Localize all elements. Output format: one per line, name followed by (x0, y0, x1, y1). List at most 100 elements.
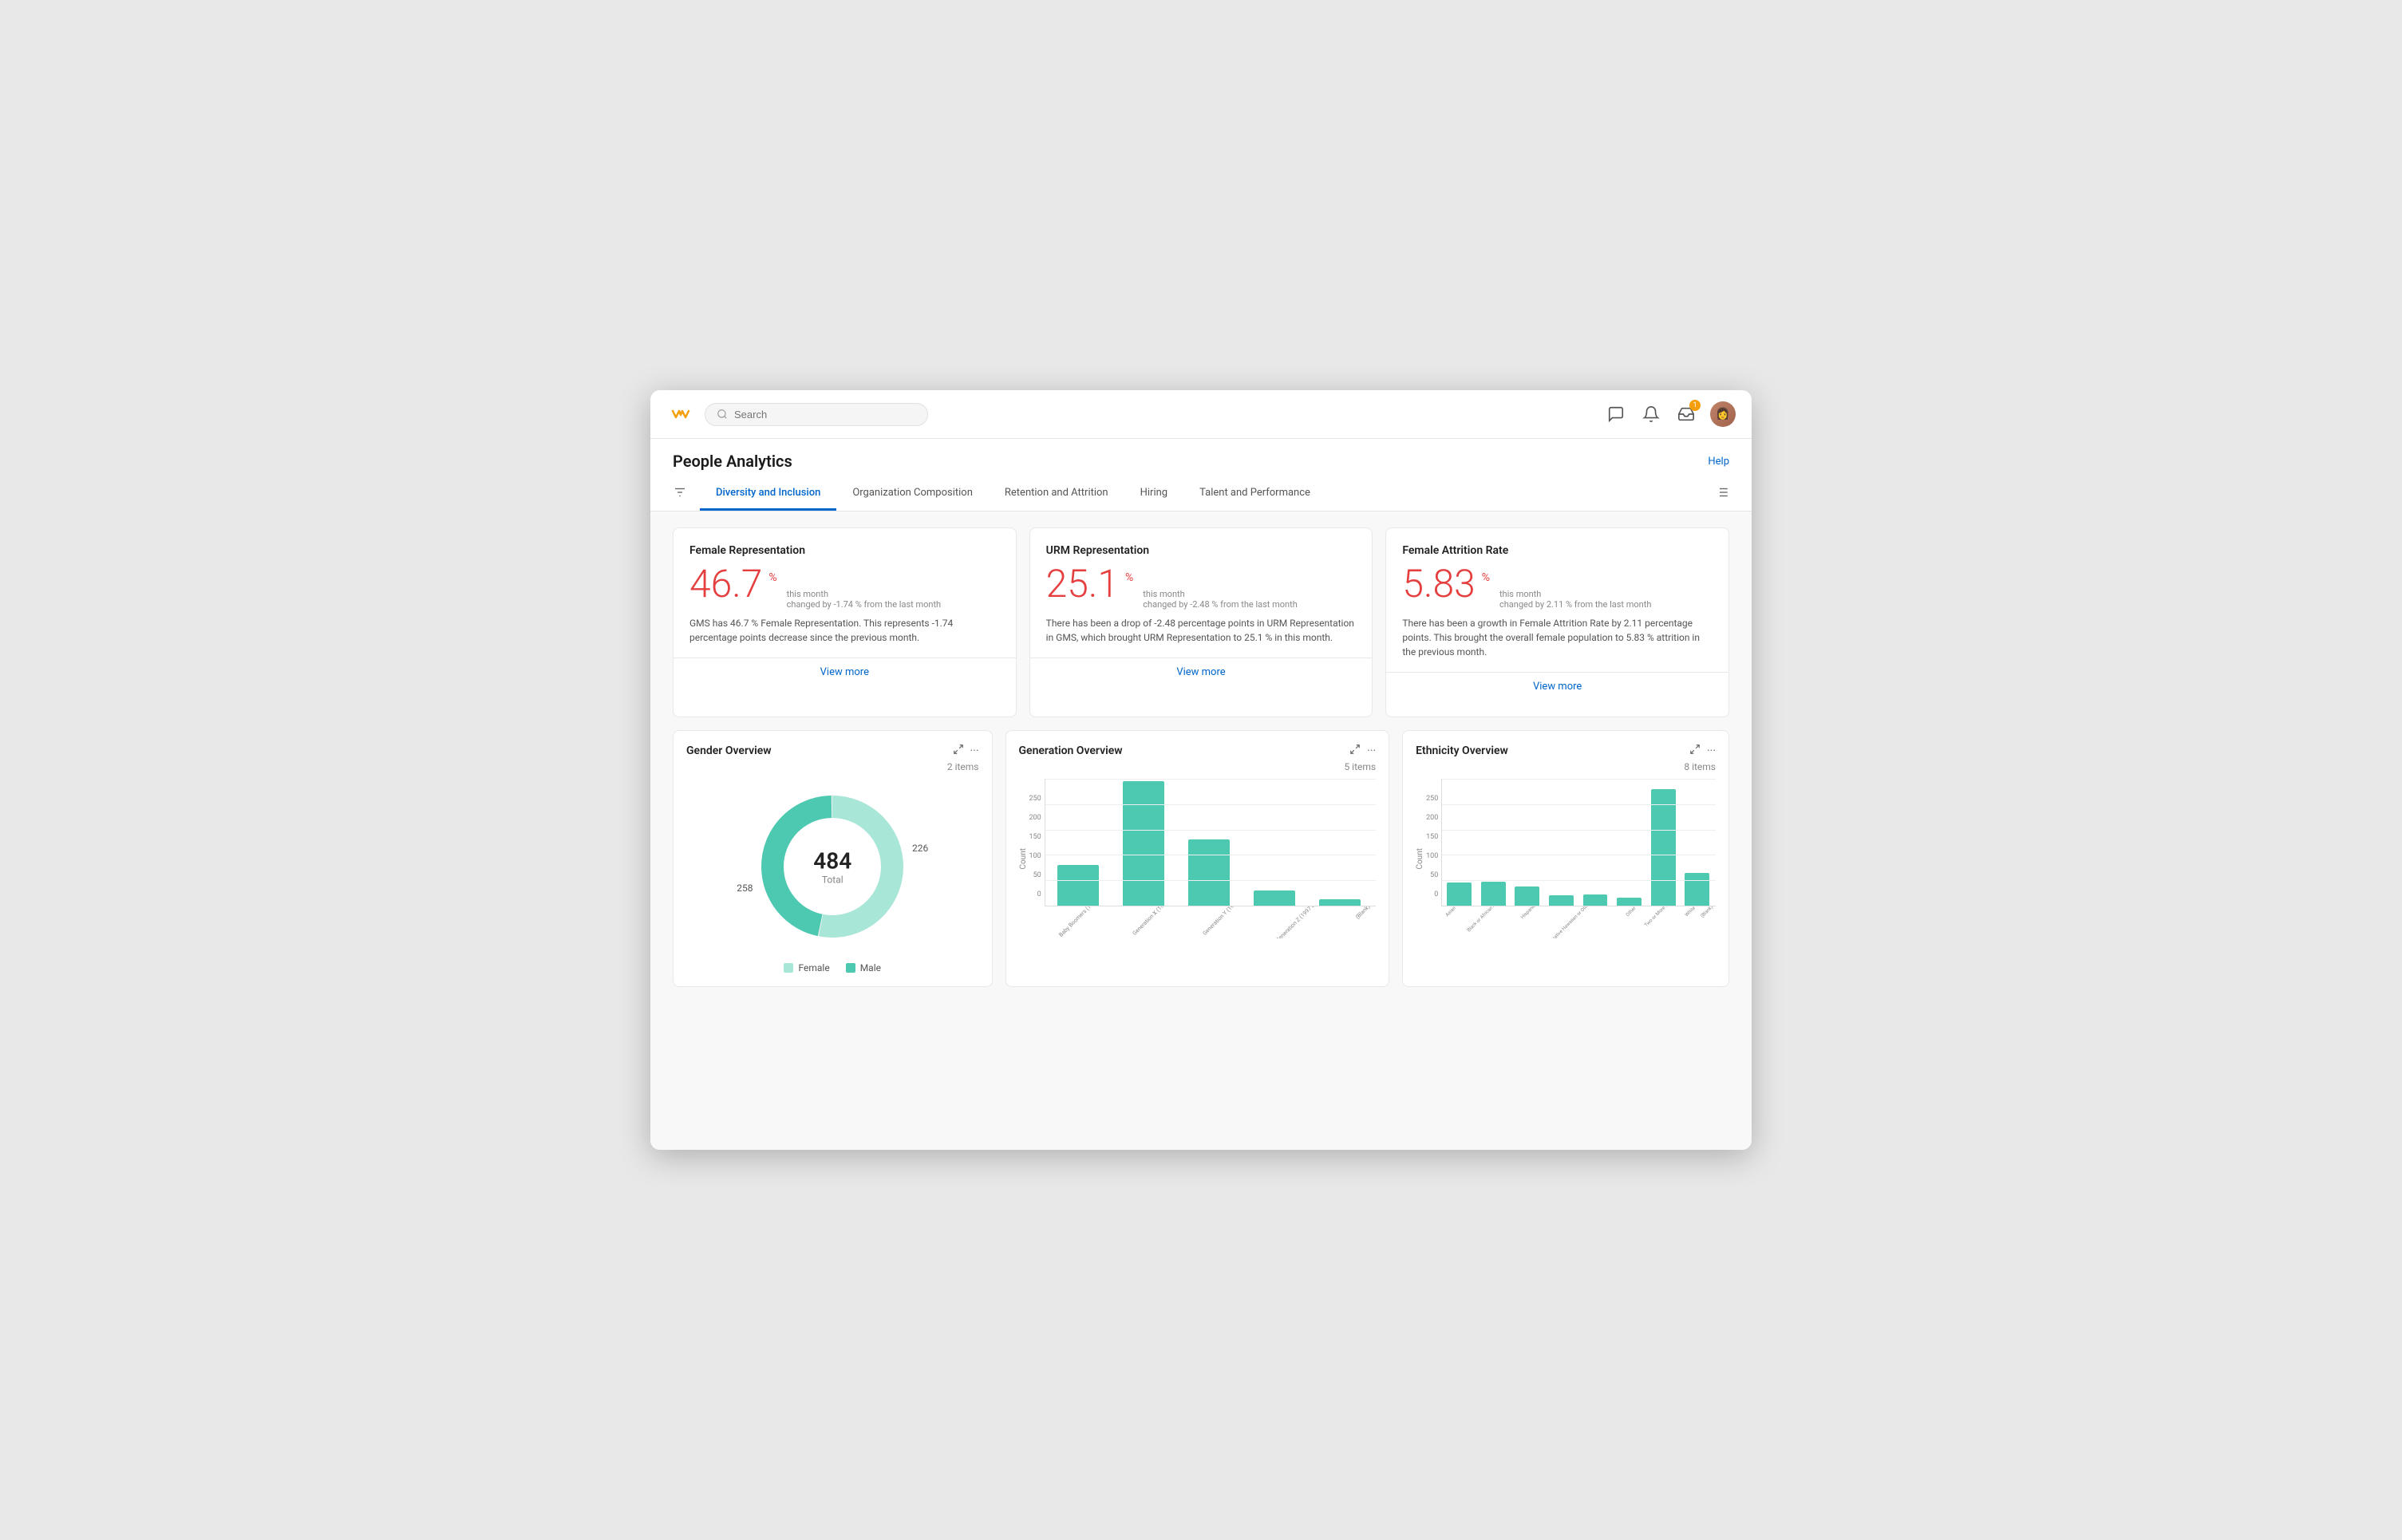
bar-two-more (1614, 779, 1645, 906)
bar-two-more-rect (1617, 898, 1641, 906)
bar-hispanic (1511, 779, 1543, 906)
urm-rep-view-more[interactable]: View more (1046, 658, 1357, 686)
inbox-icon[interactable]: 1 (1675, 403, 1697, 425)
bar-native-hawaiian-rect (1549, 895, 1574, 906)
gen-y0: 0 (1029, 890, 1041, 898)
bar-gen-y-rect (1188, 839, 1230, 906)
gen-y250: 250 (1029, 795, 1041, 803)
female-rep-percent: % (768, 571, 776, 584)
generation-chart-card: Generation Overview ··· 5 items (1005, 730, 1390, 987)
ethnicity-expand-icon[interactable] (1689, 744, 1701, 758)
list-view-icon[interactable] (1715, 485, 1729, 503)
metric-cards-row: Female Representation 46.7 % this month … (673, 527, 1729, 717)
page-header: People Analytics Help (650, 439, 1752, 477)
bar-baby-boomers (1049, 779, 1108, 906)
gen-y50: 50 (1029, 871, 1041, 879)
ethnicity-chart-card: Ethnicity Overview ··· 8 items (1402, 730, 1729, 987)
urm-rep-change: changed by -2.48 % from the last month (1143, 599, 1298, 610)
female-rep-change: changed by -1.74 % from the last month (787, 599, 942, 610)
legend-female: Female (784, 962, 829, 973)
generation-more-icon[interactable]: ··· (1367, 744, 1376, 757)
eth-y250: 250 (1426, 795, 1438, 803)
main-content: Female Representation 46.7 % this month … (650, 511, 1752, 1150)
legend-female-label: Female (798, 962, 829, 973)
tab-org-composition[interactable]: Organization Composition (836, 477, 989, 511)
bar-gen-y (1179, 779, 1239, 906)
tab-diversity[interactable]: Diversity and Inclusion (700, 477, 836, 511)
chart-cards-row: Gender Overview ··· 2 items (673, 730, 1729, 987)
bar-black-rect (1481, 882, 1506, 906)
bar-white (1648, 779, 1679, 906)
eth-y-axis-label: Count (1416, 848, 1424, 870)
filter-icon[interactable] (673, 485, 687, 503)
legend-male-dot (846, 963, 855, 973)
bar-baby-boomers-rect (1057, 865, 1099, 906)
female-attr-percent: % (1482, 571, 1490, 584)
eth-x-label-3: Native Hawaiian or Other Pacific Isla... (1551, 906, 1628, 938)
bar-gen-z (1245, 779, 1304, 906)
generation-expand-icon[interactable] (1349, 744, 1361, 758)
bar-other (1580, 779, 1611, 906)
app-header: 1 👩 (650, 390, 1752, 439)
gender-total: 484 (813, 848, 851, 875)
app-logo (666, 400, 695, 428)
female-rep-view-more[interactable]: View more (689, 658, 1000, 686)
gender-expand-icon[interactable] (953, 744, 964, 758)
nav-area: Diversity and Inclusion Organization Com… (650, 477, 1752, 511)
bar-other-rect (1583, 894, 1608, 906)
help-link[interactable]: Help (1708, 456, 1729, 468)
gender-legend: Female Male (784, 962, 881, 973)
generation-chart-title: Generation Overview (1019, 744, 1123, 757)
bar-blank-gen-rect (1319, 899, 1361, 906)
urm-rep-value: 25.1 (1046, 565, 1119, 603)
female-rep-card: Female Representation 46.7 % this month … (673, 527, 1017, 717)
bar-asian-rect (1447, 883, 1472, 906)
header-icons: 1 👩 (1605, 401, 1736, 427)
gender-items-count: 2 items (686, 761, 979, 772)
chat-icon[interactable] (1605, 403, 1627, 425)
bar-black (1478, 779, 1509, 906)
female-rep-this-month: this month (787, 589, 942, 599)
ethnicity-more-icon[interactable]: ··· (1707, 744, 1716, 757)
eth-y150: 150 (1426, 833, 1438, 841)
female-rep-value: 46.7 (689, 565, 762, 603)
generation-bar-chart: Count 0 50 100 150 200 250 (1019, 779, 1377, 938)
user-avatar[interactable]: 👩 (1710, 401, 1736, 427)
gen-x-label-3: Generation Z (1997 and onwards) (1274, 906, 1353, 938)
female-attr-this-month: this month (1499, 589, 1651, 599)
search-input[interactable] (734, 409, 894, 421)
gender-donut-container: 258 226 484 Total (686, 779, 979, 973)
gender-chart-card: Gender Overview ··· 2 items (673, 730, 993, 987)
gender-more-icon[interactable]: ··· (970, 744, 979, 757)
gen-x-label-4: (Blank) (1354, 906, 1376, 936)
legend-male-label: Male (860, 962, 881, 973)
ethnicity-bar-chart: Count 0 50 100 150 200 250 (1416, 779, 1716, 938)
eth-y50: 50 (1426, 871, 1438, 879)
bar-gen-z-rect (1254, 890, 1295, 906)
search-bar[interactable] (705, 403, 928, 426)
nav-tabs: Diversity and Inclusion Organization Com… (700, 477, 1715, 511)
urm-rep-title: URM Representation (1046, 544, 1357, 557)
tab-retention[interactable]: Retention and Attrition (989, 477, 1124, 511)
female-attr-value: 5.83 (1402, 565, 1475, 603)
bar-native-hawaiian (1546, 779, 1577, 906)
female-attr-view-more[interactable]: View more (1402, 673, 1713, 701)
bar-gen-x (1114, 779, 1173, 906)
bar-blank-eth (1681, 779, 1713, 906)
notification-icon[interactable] (1640, 403, 1662, 425)
female-rep-title: Female Representation (689, 544, 1000, 557)
gen-x-label-1: Generation X (1965-1980) (1132, 906, 1197, 938)
bar-blank-eth-rect (1685, 873, 1709, 906)
gender-male-label: 226 (912, 843, 928, 854)
inbox-badge: 1 (1689, 400, 1701, 411)
tab-hiring[interactable]: Hiring (1124, 477, 1183, 511)
tab-talent[interactable]: Talent and Performance (1183, 477, 1326, 511)
bar-white-rect (1651, 789, 1676, 906)
gen-x-label-2: Generation Y (1981-1996) (1202, 906, 1267, 938)
bar-gen-x-rect (1123, 781, 1164, 906)
gen-y-axis-label: Count (1019, 848, 1028, 870)
bar-blank-gen (1310, 779, 1369, 906)
eth-y100: 100 (1426, 852, 1438, 860)
gen-y100: 100 (1029, 852, 1041, 860)
female-attr-title: Female Attrition Rate (1402, 544, 1713, 557)
